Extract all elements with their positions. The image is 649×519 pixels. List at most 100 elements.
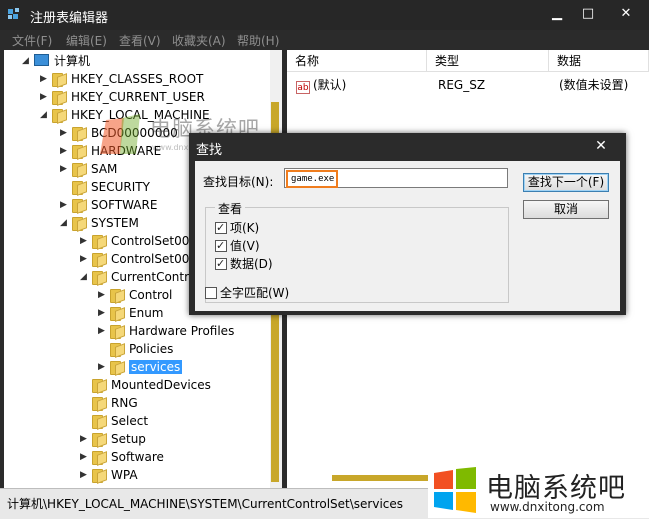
expand-arrow-icon[interactable]: ▶ <box>60 142 70 160</box>
collapse-arrow-icon[interactable]: ◢ <box>80 268 90 286</box>
tree-item-label: Select <box>111 414 149 428</box>
expand-arrow-icon[interactable]: ▶ <box>98 286 108 304</box>
expand-arrow-icon[interactable]: ▶ <box>80 448 90 466</box>
tree-item[interactable]: Policies <box>110 340 173 358</box>
folder-icon <box>72 144 86 159</box>
tree-item[interactable]: RNG <box>92 394 138 412</box>
folder-icon <box>92 432 106 447</box>
menu-favorites[interactable]: 收藏夹(A) <box>172 32 226 49</box>
tree-item-label: 计算机 <box>54 54 91 68</box>
expand-arrow-icon[interactable]: ▶ <box>40 88 50 106</box>
folder-icon <box>92 414 106 429</box>
tree-item-label: Policies <box>129 342 174 356</box>
column-header-data[interactable]: 数据 <box>549 50 649 72</box>
folder-icon <box>72 162 86 177</box>
menu-help[interactable]: 帮助(H) <box>237 32 279 49</box>
folder-icon <box>110 288 124 303</box>
folder-icon <box>92 468 106 483</box>
expand-arrow-icon[interactable]: ▶ <box>60 160 70 178</box>
find-what-value[interactable]: game.exe <box>286 170 338 188</box>
tree-item[interactable]: MountedDevices <box>92 376 211 394</box>
dialog-title: 查找 <box>196 143 223 158</box>
folder-icon <box>72 216 86 231</box>
checkbox-checked-icon[interactable] <box>215 220 227 236</box>
tree-item-label: SYSTEM <box>91 216 139 230</box>
folder-icon <box>72 126 86 141</box>
tree-item[interactable]: ▶ Setup <box>80 430 146 448</box>
folder-icon <box>110 306 124 321</box>
folder-icon <box>92 396 106 411</box>
expand-arrow-icon[interactable]: ▶ <box>98 358 108 376</box>
tree-item[interactable]: ▶ WPA <box>80 466 138 484</box>
expand-arrow-icon[interactable]: ▶ <box>80 232 90 250</box>
tree-item[interactable]: ▶ ControlSet001 <box>80 232 197 250</box>
folder-icon <box>110 360 124 375</box>
collapse-arrow-icon[interactable]: ◢ <box>22 52 32 70</box>
watermark-url: www.dnxitong.com <box>490 500 605 514</box>
title-bar: 注册表编辑器 ▁ □ ✕ <box>0 0 649 30</box>
tree-item[interactable]: ▶ Enum <box>98 304 163 322</box>
tree-item-label: SAM <box>91 162 118 176</box>
value-row-name[interactable]: ab (默认) <box>296 76 346 94</box>
tree-item-label: SOFTWARE <box>91 198 158 212</box>
expand-arrow-icon[interactable]: ▶ <box>60 124 70 142</box>
tree-item[interactable]: ▶ SOFTWARE <box>60 196 158 214</box>
folder-icon <box>72 198 86 213</box>
windows-logo-icon <box>434 467 476 513</box>
collapse-arrow-icon[interactable]: ◢ <box>60 214 70 232</box>
tree-item[interactable]: ▶ HKEY_CLASSES_ROOT <box>40 70 203 88</box>
cancel-button[interactable]: 取消 <box>523 200 609 219</box>
window-title: 注册表编辑器 <box>30 11 109 26</box>
tree-item[interactable]: ▶ services <box>98 358 183 376</box>
expand-arrow-icon[interactable]: ▶ <box>80 430 90 448</box>
menu-edit[interactable]: 编辑(E) <box>66 32 107 49</box>
find-next-button[interactable]: 查找下一个(F) <box>523 173 609 192</box>
tree-item[interactable]: SECURITY <box>72 178 150 196</box>
menu-file[interactable]: 文件(F) <box>12 32 52 49</box>
tree-item[interactable]: Select <box>92 412 148 430</box>
checkbox-checked-icon[interactable] <box>215 238 227 254</box>
tree-item-label: Software <box>111 450 164 464</box>
folder-icon <box>92 378 106 393</box>
option-keys-checkbox[interactable]: 项(K) <box>215 220 259 236</box>
option-data-checkbox[interactable]: 数据(D) <box>215 256 273 272</box>
close-button[interactable]: ✕ <box>614 4 638 24</box>
maximize-button[interactable]: □ <box>576 4 600 24</box>
expand-arrow-icon[interactable]: ▶ <box>60 196 70 214</box>
minimize-button[interactable]: ▁ <box>545 4 569 24</box>
computer-icon <box>34 54 49 66</box>
expand-arrow-icon[interactable]: ▶ <box>80 250 90 268</box>
find-what-label: 查找目标(N): <box>203 175 274 189</box>
tree-item[interactable]: ◢ SYSTEM <box>60 214 139 232</box>
checkbox-checked-icon[interactable] <box>215 256 227 272</box>
tree-item-label: Hardware Profiles <box>129 324 235 338</box>
folder-icon <box>52 108 66 123</box>
tree-item[interactable]: ▶ Hardware Profiles <box>98 322 235 340</box>
expand-arrow-icon[interactable]: ▶ <box>98 322 108 340</box>
expand-arrow-icon[interactable]: ▶ <box>40 70 50 88</box>
folder-icon <box>52 90 66 105</box>
look-at-legend: 查看 <box>215 200 246 217</box>
expand-arrow-icon[interactable]: ▶ <box>98 304 108 322</box>
folder-icon <box>92 450 106 465</box>
tree-item[interactable]: ▶ SAM <box>60 160 118 178</box>
option-values-checkbox[interactable]: 值(V) <box>215 238 260 254</box>
tree-item[interactable]: ▶ ControlSet002 <box>80 250 197 268</box>
dialog-close-button[interactable]: ✕ <box>589 137 613 155</box>
match-whole-string-checkbox[interactable]: 全字匹配(W) <box>205 285 289 301</box>
tree-item[interactable]: ▶ Control <box>98 286 172 304</box>
list-scroll-thumb[interactable] <box>332 475 428 481</box>
column-header-name[interactable]: 名称 <box>287 50 427 72</box>
tree-item[interactable]: ▶ Software <box>80 448 164 466</box>
tree-item-computer[interactable]: ◢ 计算机 <box>22 52 91 70</box>
column-header-type[interactable]: 类型 <box>427 50 549 72</box>
checkbox-unchecked-icon[interactable] <box>205 287 217 299</box>
tree-item[interactable]: ▶ HKEY_CURRENT_USER <box>40 88 205 106</box>
folder-icon <box>92 234 106 249</box>
folder-icon <box>72 180 86 195</box>
string-value-icon: ab <box>296 81 310 94</box>
folder-icon <box>92 270 106 285</box>
menu-view[interactable]: 查看(V) <box>119 32 161 49</box>
expand-arrow-icon[interactable]: ▶ <box>80 466 90 484</box>
collapse-arrow-icon[interactable]: ◢ <box>40 106 50 124</box>
